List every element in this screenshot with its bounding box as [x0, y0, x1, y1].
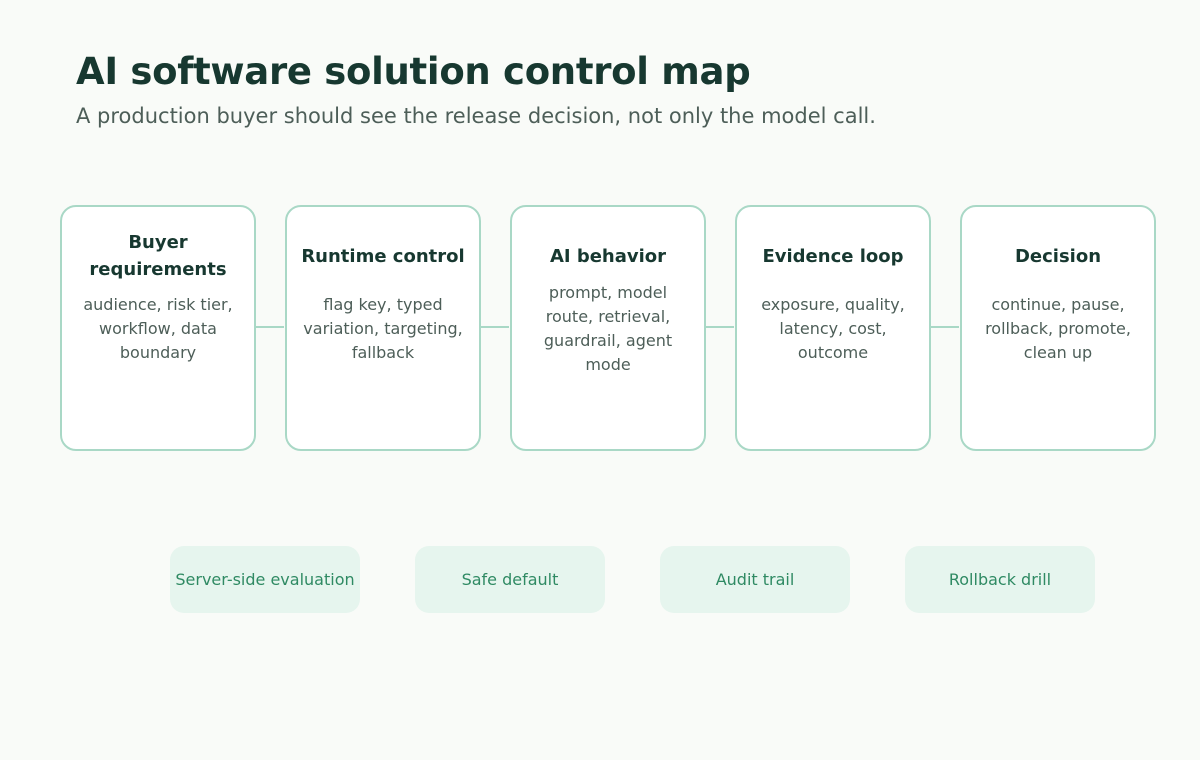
stage-title: Runtime control — [301, 245, 465, 267]
stage-title: Decision — [1014, 245, 1102, 267]
page-subtitle: A production buyer should see the releas… — [76, 104, 876, 128]
stage-card-decision: Decision continue, pause, rollback, prom… — [960, 205, 1156, 451]
pill-safe-default: Safe default — [415, 546, 605, 613]
pill-audit-trail: Audit trail — [660, 546, 850, 613]
stage-description: audience, risk tier, workflow, data boun… — [83, 295, 233, 362]
stage-card-runtime-control: Runtime control flag key, typed variatio… — [285, 205, 481, 451]
connector-line — [705, 326, 734, 328]
stage-card-buyer-requirements: Buyer requirements audience, risk tier, … — [60, 205, 256, 451]
pill-server-side-evaluation: Server-side evaluation — [170, 546, 360, 613]
stage-description: continue, pause, rollback, promote, clea… — [985, 295, 1131, 362]
stage-description: flag key, typed variation, targeting, fa… — [303, 295, 463, 362]
connector-line — [930, 326, 959, 328]
pill-rollback-drill: Rollback drill — [905, 546, 1095, 613]
stage-card-ai-behavior: AI behavior prompt, model route, retriev… — [510, 205, 706, 451]
page-title: AI software solution control map — [76, 50, 751, 93]
stage-title: Evidence loop — [762, 245, 904, 267]
connector-line — [255, 326, 284, 328]
stage-card-evidence-loop: Evidence loop exposure, quality, latency… — [735, 205, 931, 451]
stage-title: Buyer requirements — [89, 232, 227, 280]
stage-description: prompt, model route, retrieval, guardrai… — [543, 283, 673, 374]
connector-line — [480, 326, 509, 328]
stage-description: exposure, quality, latency, cost, outcom… — [761, 295, 905, 362]
